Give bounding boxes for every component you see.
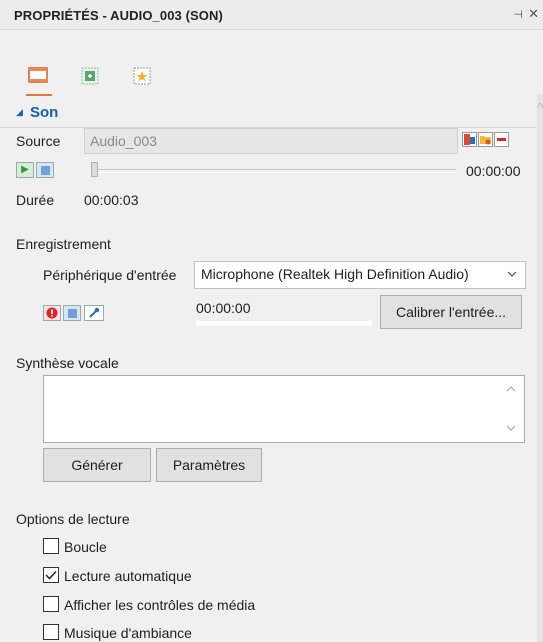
background-music-label: Musique d'ambiance	[64, 625, 192, 641]
section-header-son[interactable]: ◢ Son	[0, 98, 537, 128]
remove-source-button[interactable]	[494, 132, 509, 147]
input-device-select[interactable]: Microphone (Realtek High Definition Audi…	[194, 261, 526, 289]
open-folder-button[interactable]	[478, 132, 493, 147]
tts-text-area[interactable]	[43, 375, 525, 443]
close-icon[interactable]: ✕	[528, 6, 539, 22]
play-icon: ▶	[21, 164, 29, 175]
tab-bar	[0, 30, 543, 96]
autoplay-checkbox[interactable]	[43, 567, 59, 583]
panel-titlebar: PROPRIÉTÉS - AUDIO_003 (SON) ⊣ ✕	[0, 0, 543, 30]
collapse-arrow-icon: ◢	[16, 107, 23, 117]
source-value: Audio_003	[90, 133, 157, 149]
show-media-controls-checkbox[interactable]	[43, 596, 59, 612]
source-field: Audio_003	[84, 128, 458, 154]
scroll-down-icon[interactable]	[506, 423, 516, 434]
generate-button[interactable]: Générer	[43, 448, 151, 482]
pin-icon[interactable]: ⊣	[513, 8, 523, 21]
record-icon	[46, 307, 58, 319]
section-title: Son	[30, 104, 59, 121]
tab-effects[interactable]	[132, 66, 154, 86]
source-label: Source	[16, 133, 61, 149]
panel-title: PROPRIÉTÉS - AUDIO_003 (SON)	[14, 8, 223, 23]
record-button[interactable]	[43, 305, 61, 321]
loop-label: Boucle	[64, 539, 107, 555]
star-effect-icon	[132, 67, 152, 89]
scroll-up-icon[interactable]	[537, 100, 543, 110]
playback-slider-thumb[interactable]	[91, 162, 98, 177]
remove-icon	[497, 138, 506, 141]
checkmark-icon	[45, 570, 57, 580]
stop-button[interactable]	[36, 162, 54, 178]
microphone-settings-button[interactable]	[84, 305, 104, 321]
microphone-icon	[89, 307, 100, 318]
scroll-up-icon[interactable]	[506, 384, 516, 395]
loop-checkbox[interactable]	[43, 538, 59, 554]
stop-icon	[67, 308, 77, 318]
background-music-checkbox[interactable]	[43, 624, 59, 640]
tts-heading: Synthèse vocale	[16, 355, 119, 371]
import-audio-icon	[464, 134, 475, 145]
tab-animation[interactable]	[80, 66, 102, 86]
playback-slider-track[interactable]	[94, 169, 456, 173]
parameters-button[interactable]: Paramètres	[156, 448, 262, 482]
autoplay-label: Lecture automatique	[64, 568, 192, 584]
vertical-scrollbar[interactable]	[537, 94, 543, 642]
recording-heading: Enregistrement	[16, 236, 111, 252]
input-device-label: Périphérique d'entrée	[43, 267, 177, 283]
animation-icon	[80, 67, 100, 89]
stop-recording-button[interactable]	[63, 305, 81, 321]
calibrate-input-button[interactable]: Calibrer l'entrée...	[380, 295, 522, 329]
recording-level-bar	[196, 321, 372, 326]
play-button[interactable]: ▶	[16, 162, 34, 178]
input-device-value: Microphone (Realtek High Definition Audi…	[201, 266, 469, 282]
stop-icon	[40, 165, 50, 175]
duration-label: Durée	[16, 192, 55, 208]
duration-value: 00:00:03	[84, 192, 139, 208]
film-strip-icon	[28, 67, 48, 87]
import-audio-button[interactable]	[462, 132, 477, 147]
recording-time: 00:00:00	[196, 300, 251, 316]
open-folder-icon	[480, 136, 491, 145]
tab-properties[interactable]	[26, 66, 52, 96]
playback-options-heading: Options de lecture	[16, 511, 130, 527]
chevron-down-icon	[507, 268, 517, 280]
playback-time: 00:00:00	[466, 163, 521, 179]
show-media-controls-label: Afficher les contrôles de média	[64, 597, 256, 613]
